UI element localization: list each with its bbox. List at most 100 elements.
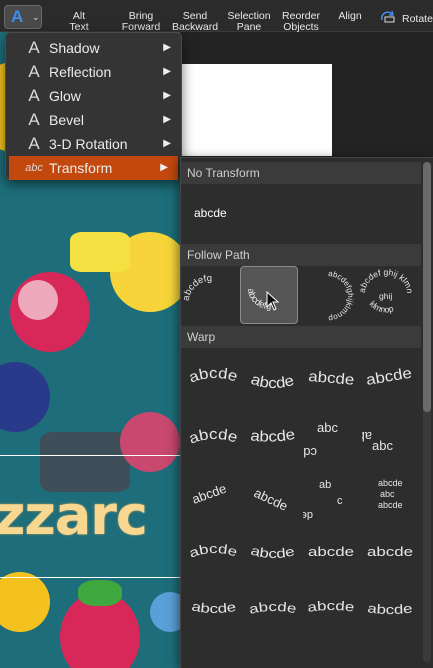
svg-text:abcde: abcde [190,598,237,616]
menu-item-shadow[interactable]: A Shadow ▶ [6,36,181,60]
submenu-arrow-icon: ▶ [160,162,168,173]
scrollbar-thumb[interactable] [423,162,431,412]
send-backward-button[interactable]: Send Backward [169,0,221,33]
menu-item-transform[interactable]: abc Transform ▶ [9,156,178,180]
menu-item-3d-rotation[interactable]: A 3-D Rotation ▶ [6,132,181,156]
warp-text: abcde [187,365,240,387]
warp-style-13[interactable]: abcde [186,526,244,580]
follow-path-arch-up[interactable]: abcdefg [181,267,239,325]
warp-preview-icon: abccde [296,420,338,460]
alt-text-button[interactable]: Alt Text [64,0,94,33]
rotate-icon [380,10,395,23]
warp-text: abcde [249,371,296,392]
warp-style-16[interactable]: abcde [362,526,420,580]
warp-style-17[interactable]: abcde [186,582,244,636]
warp-text: abcde [367,544,413,559]
warp-preview-icon: abcde [249,371,296,392]
text-effect-icon: A [28,134,40,153]
menu-item-reflection[interactable]: A Reflection ▶ [6,60,181,84]
warp-text: abcde [308,544,354,559]
text-effect-icon: A [28,86,40,105]
svg-text:abcde: abcde [248,599,298,617]
transform-abc-icon: abc [25,162,43,174]
warp-preview-icon: abcde [308,544,354,559]
warp-style-6[interactable]: abcde [245,410,303,464]
svg-text:abcdefghijklmnop: abcdefghijklmnop [327,269,355,323]
reorder-objects-button[interactable]: Reorder Objects [278,0,324,33]
warp-style-5[interactable]: abcde [186,410,244,464]
submenu-scrollbar[interactable] [423,162,431,662]
button-path-icon: abcdef ghij klmnop ghij klmnop [357,267,415,314]
warp-text: abcde [252,485,290,514]
alt-text-icon [70,0,88,3]
mouse-cursor-icon [266,291,280,311]
slide-thumbnail[interactable] [180,64,332,156]
warp-text: ab [319,479,331,491]
follow-path-button[interactable]: abcdef ghij klmnop ghij klmnop [357,267,415,325]
warp-text: c [337,495,343,507]
warp-style-18[interactable]: abcde [245,582,303,636]
menu-item-bevel[interactable]: A Bevel ▶ [6,108,181,132]
reorder-objects-icon [292,0,310,3]
rotate-button[interactable]: Rotate [378,0,433,32]
align-button[interactable]: Align [334,0,366,32]
svg-text:abcde: abcde [367,544,413,559]
warp-text: abcde [248,599,298,617]
align-icon [351,0,369,3]
warp-style-12[interactable]: abcde abc abcde [362,468,420,522]
warp-text: de [303,509,313,521]
send-backward-icon [186,0,204,3]
bring-forward-icon [132,0,150,3]
warp-preview-icon: abcde [250,426,297,446]
warp-style-9[interactable]: abcde [186,468,244,522]
warp-style-15[interactable]: abcde [303,526,361,580]
warp-text: abcde [367,600,414,617]
warp-preview-icon: abcabc [351,429,394,453]
warp-style-4[interactable]: abcde [362,353,420,407]
warp-style-7[interactable]: abccde [296,410,361,464]
svg-text:ghij: ghij [379,291,392,301]
warp-style-20[interactable]: abcde [362,582,420,636]
warp-preview-icon: abcde [187,426,240,448]
screen: zzarc A ⌄ Alt Text Bring Forward Send Ba… [0,0,433,668]
menu-item-glow[interactable]: A Glow ▶ [6,84,181,108]
warp-style-19[interactable]: abcde [303,582,361,636]
warp-text: abc [362,429,372,444]
warp-style-11[interactable]: abc de [301,468,361,522]
warp-style-2[interactable]: abcde [245,353,303,407]
warp-style-14[interactable]: abcde [245,526,303,580]
warp-style-3[interactable]: abcde [303,353,361,407]
no-transform-header: No Transform [181,162,421,184]
svg-text:abcde: abcde [308,368,355,389]
warp-preview-icon: abcde [190,598,237,616]
submenu-arrow-icon: ▶ [163,114,171,125]
bring-forward-button[interactable]: Bring Forward [118,0,164,33]
warp-style-10[interactable]: abcde [245,468,303,522]
warp-preview-icon: abcde [190,481,228,507]
transform-submenu: No Transform abcde Follow Path abcdefg a… [180,157,433,668]
text-effects-button[interactable]: A ⌄ [4,5,42,29]
warp-text: abcde [190,598,237,616]
svg-text:abcde: abcde [367,600,414,617]
warp-style-8[interactable]: abcabc [351,410,420,464]
warp-text: cde [303,445,317,460]
warp-text: abcde [378,500,403,510]
warp-text: abc [372,438,393,453]
arch-up-icon: abcdefg [181,273,212,302]
follow-path-header: Follow Path [181,244,421,266]
svg-text:abcde: abcde [187,541,239,561]
warp-style-1[interactable]: abcde [186,353,244,407]
no-transform-option[interactable]: abcde [186,196,246,230]
path-text: abcdefghijklmnop [327,269,355,323]
svg-text:abcde: abcde [249,543,296,562]
warp-text: abcde [190,481,228,507]
selection-pane-button[interactable]: Selection Pane [223,0,275,33]
warp-preview-icon: abcde [306,598,355,615]
follow-path-circle[interactable]: abcdefghijklmnop [299,267,357,325]
warp-preview-icon: abcde [365,365,413,389]
warp-header: Warp [181,326,421,348]
warp-text: abcde [306,598,355,615]
warp-preview-icon: abcde [187,365,240,387]
warp-preview-icon: abcde [187,541,239,561]
warp-text: abcde [187,426,240,448]
